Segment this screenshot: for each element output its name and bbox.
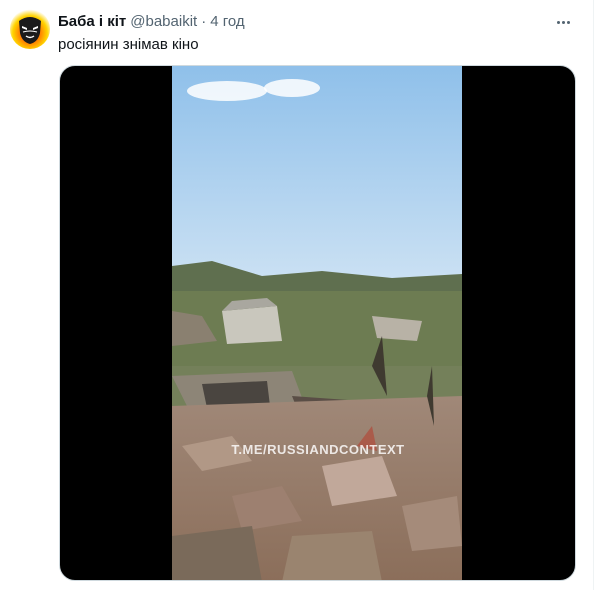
tweet[interactable]: Баба і кіт @babaikit · 4 год росіянин зн… — [0, 0, 594, 590]
timestamp[interactable]: 4 год — [210, 12, 244, 32]
separator-dot: · — [201, 13, 207, 30]
user-handle[interactable]: @babaikit — [130, 12, 197, 32]
display-name[interactable]: Баба і кіт — [58, 12, 126, 32]
video-frame[interactable]: T.ME/RUSSIANDCONTEXT — [172, 66, 462, 580]
more-dot — [561, 20, 565, 24]
video-watermark: T.ME/RUSSIANDCONTEXT — [231, 442, 405, 457]
more-dot — [566, 20, 570, 24]
tweet-header: Баба і кіт @babaikit · 4 год — [58, 12, 245, 32]
avatar[interactable] — [10, 9, 50, 49]
video-player[interactable]: T.ME/RUSSIANDCONTEXT — [59, 65, 576, 581]
avatar-mask-icon — [19, 17, 41, 44]
tweet-text: росіянин знімав кіно — [58, 36, 199, 53]
more-options-icon[interactable] — [552, 11, 574, 33]
video-still-image — [172, 66, 462, 580]
more-dot — [556, 20, 560, 24]
